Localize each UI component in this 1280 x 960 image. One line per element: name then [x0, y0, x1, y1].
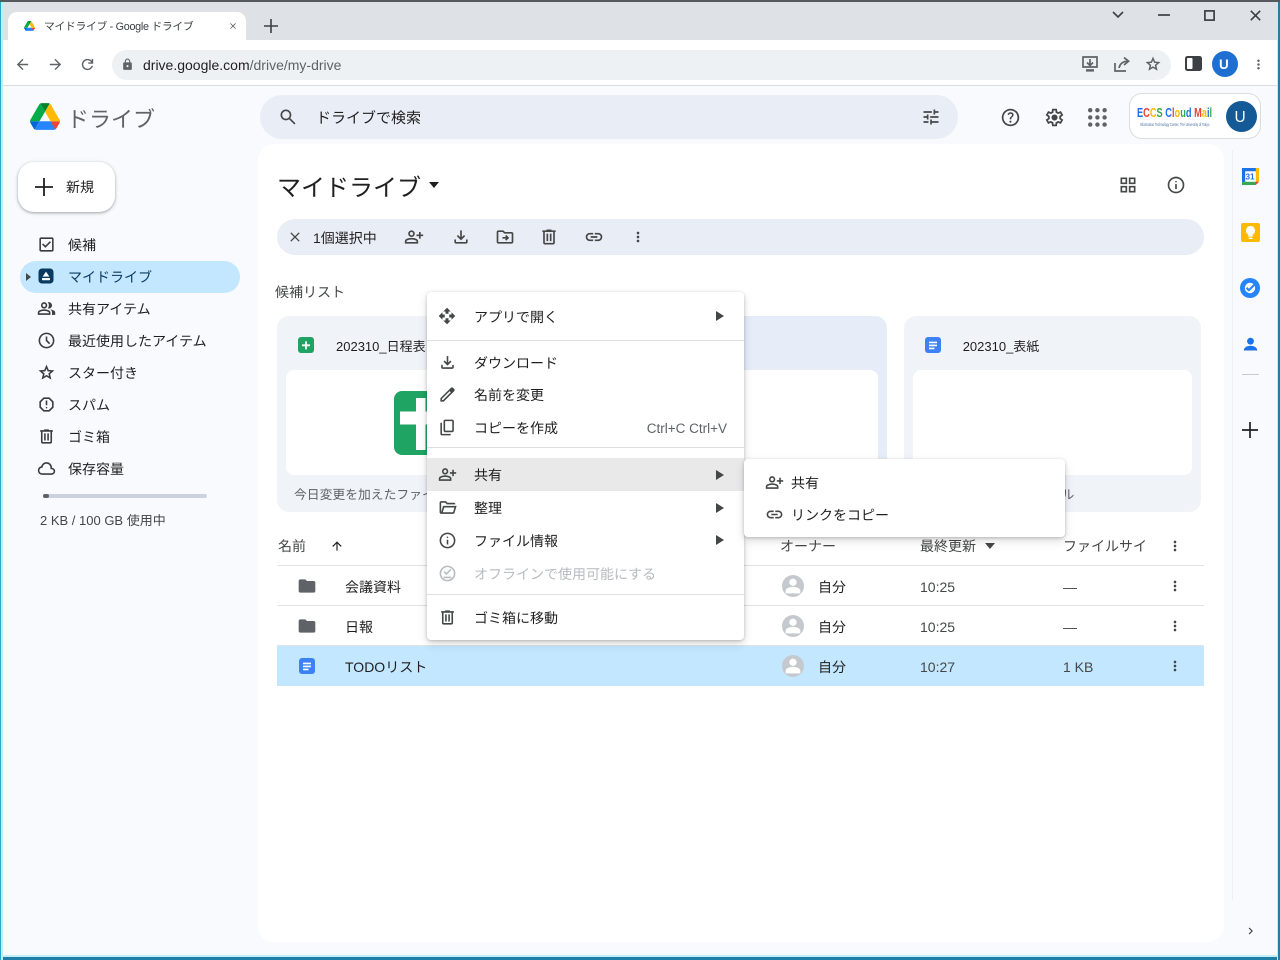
svg-text:31: 31	[1245, 173, 1255, 182]
